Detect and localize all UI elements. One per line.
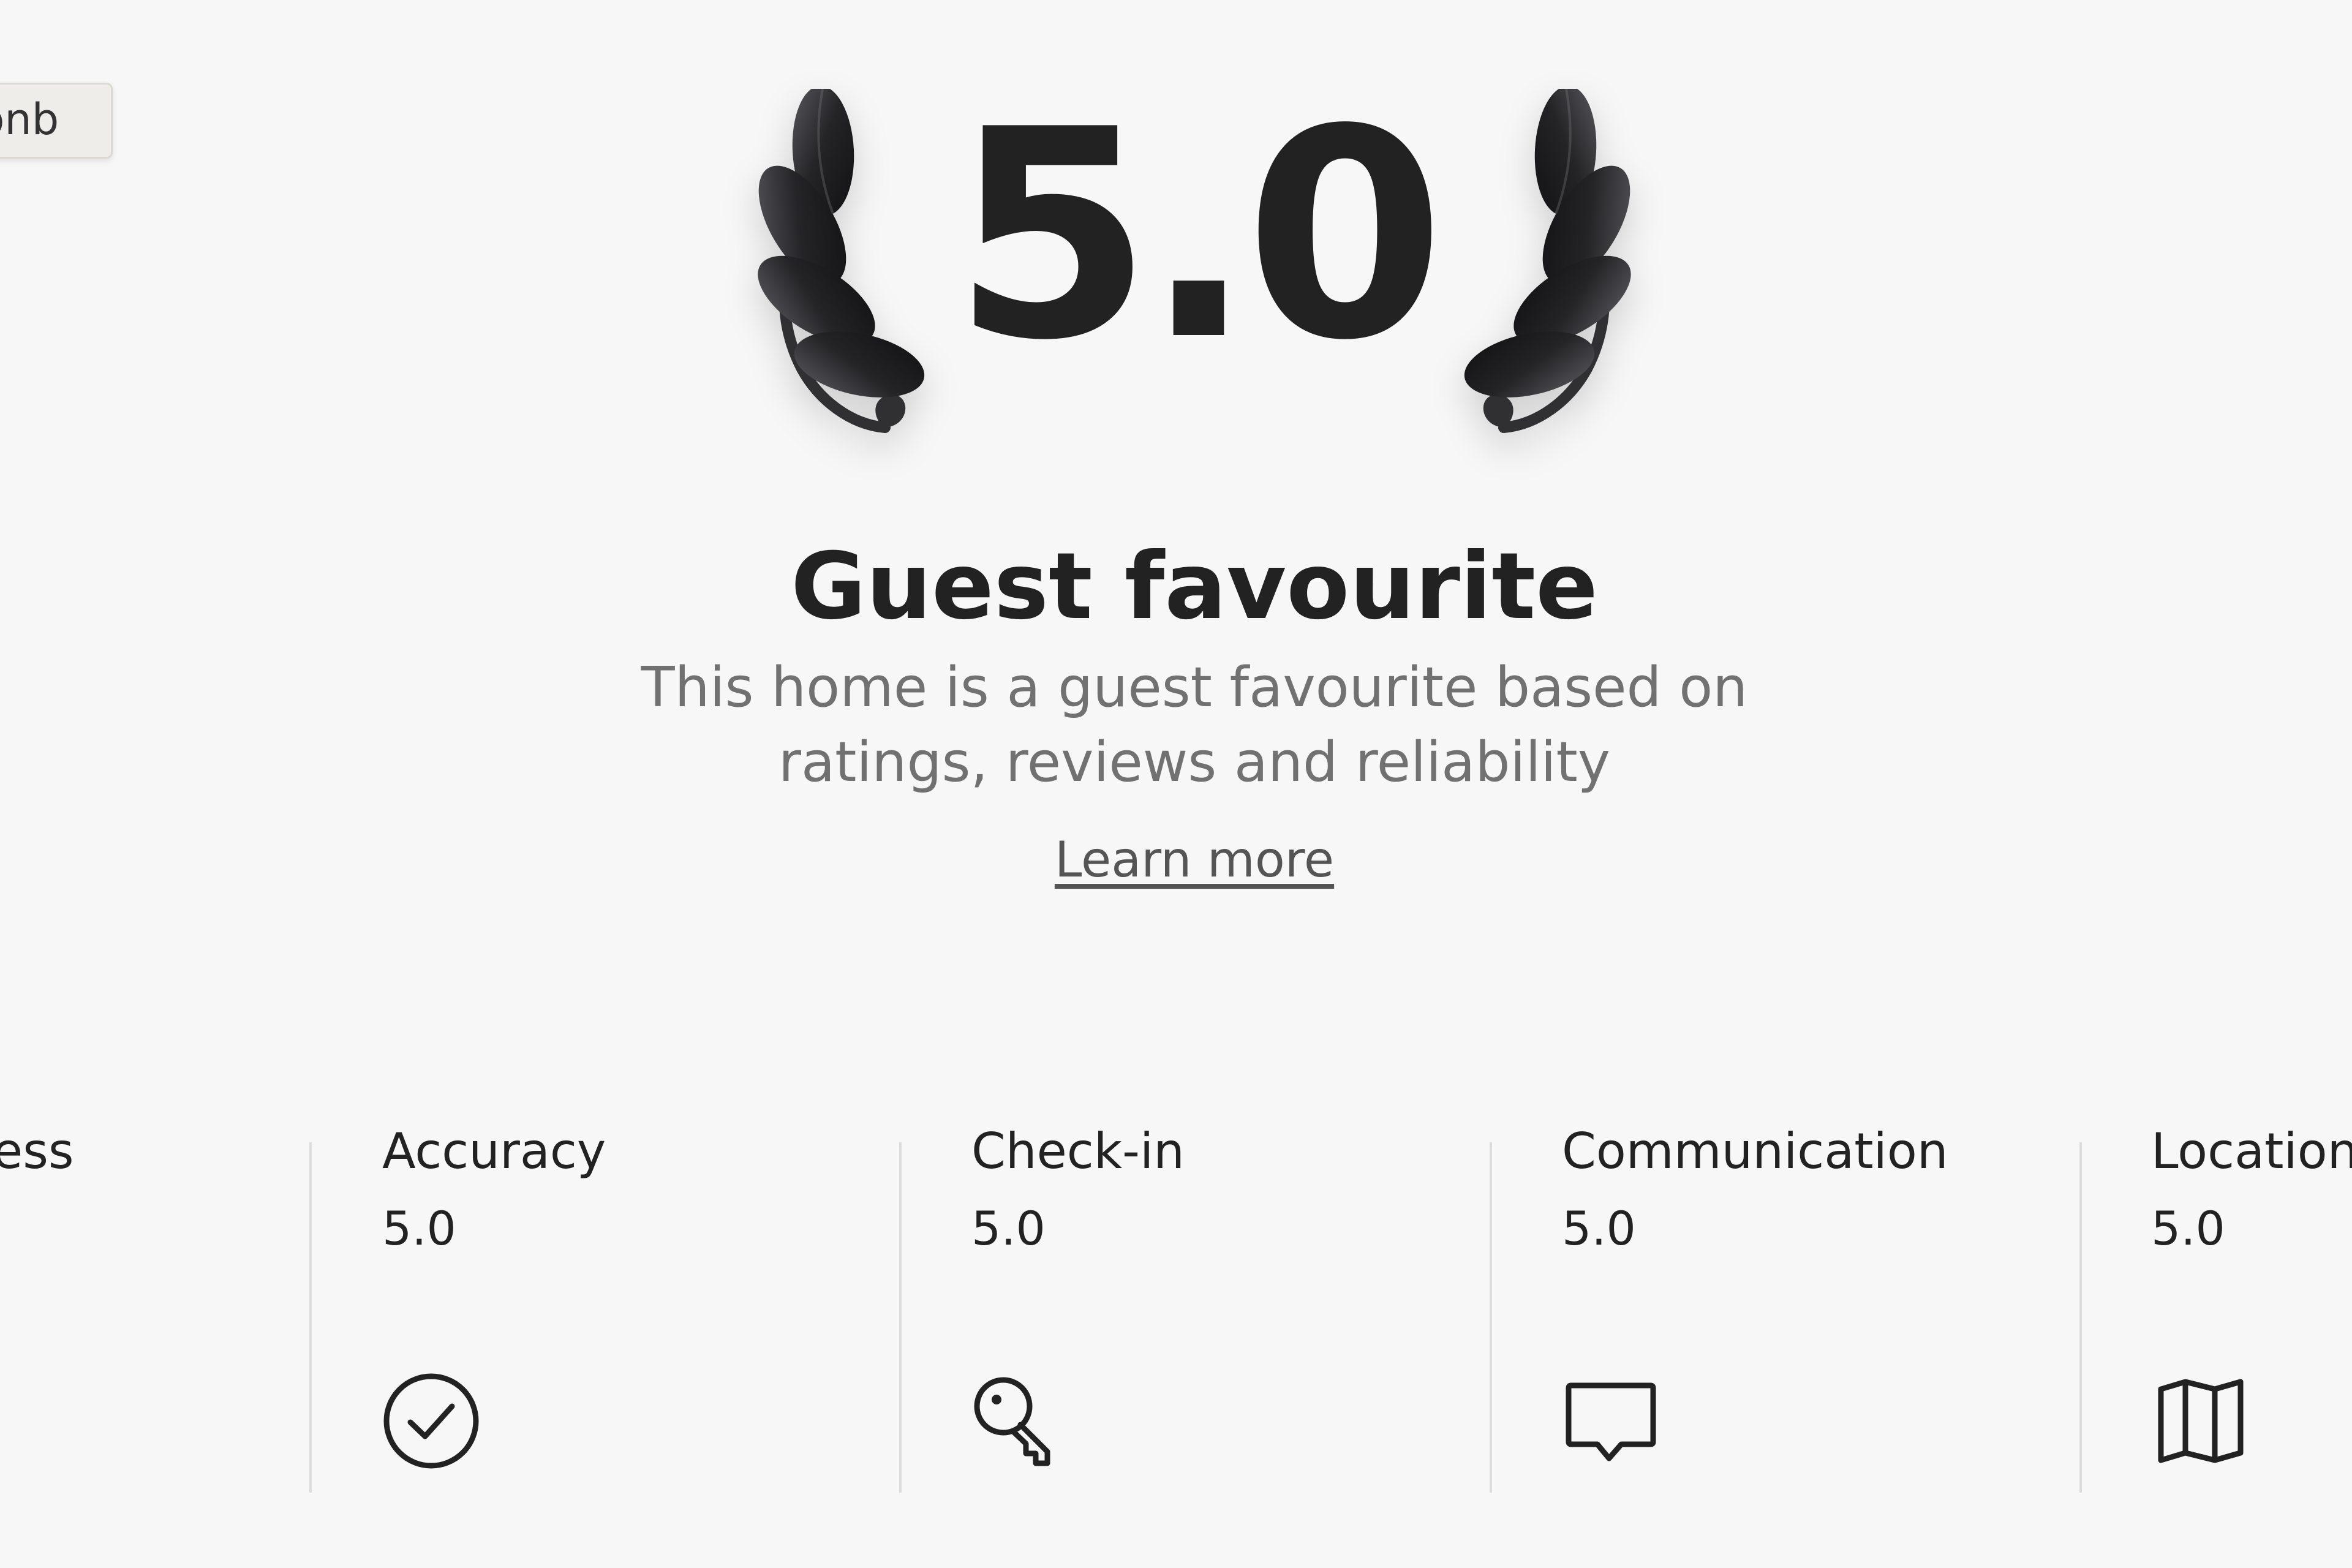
category-score: 5.0 xyxy=(2151,1201,2225,1256)
category-cleanliness-partial: ess xyxy=(0,1127,256,1501)
category-divider xyxy=(899,1142,902,1493)
learn-more-link[interactable]: Learn more xyxy=(1054,835,1335,884)
guest-favourite-description: This home is a guest favourite based on … xyxy=(641,655,1748,795)
category-accuracy: Accuracy 5.0 xyxy=(382,1127,639,1501)
category-score: 5.0 xyxy=(1562,1201,1636,1256)
category-label: Communication xyxy=(1562,1123,1948,1180)
left-laurel-icon xyxy=(758,89,925,433)
category-label: Location xyxy=(2151,1123,2352,1180)
overall-rating: 5.0 xyxy=(952,68,1446,403)
category-divider xyxy=(2079,1142,2082,1493)
category-divider xyxy=(309,1142,312,1493)
category-location: Location 5.0 xyxy=(2151,1127,2352,1501)
tooltip-text: bnb xyxy=(0,94,59,145)
right-laurel-icon xyxy=(1464,89,1631,433)
category-score: 5.0 xyxy=(382,1201,456,1256)
category-label: Check-in xyxy=(971,1123,1185,1180)
category-score: 5.0 xyxy=(971,1201,1046,1256)
map-icon xyxy=(2158,1379,2244,1463)
category-check-in: Check-in 5.0 xyxy=(971,1127,1229,1501)
category-divider xyxy=(1490,1142,1492,1493)
key-icon xyxy=(974,1377,1050,1466)
category-label: ess xyxy=(0,1123,74,1180)
check-circle-icon xyxy=(383,1373,479,1469)
guest-favourite-title: Guest favourite xyxy=(791,533,1598,640)
category-label: Accuracy xyxy=(382,1123,606,1180)
category-communication: Communication 5.0 xyxy=(1562,1127,1948,1501)
browser-tooltip: bnb xyxy=(0,83,113,159)
guest-favourite-section: bnb 5.0 Guest f xyxy=(0,0,2352,1568)
chat-bubble-icon xyxy=(1566,1382,1656,1461)
